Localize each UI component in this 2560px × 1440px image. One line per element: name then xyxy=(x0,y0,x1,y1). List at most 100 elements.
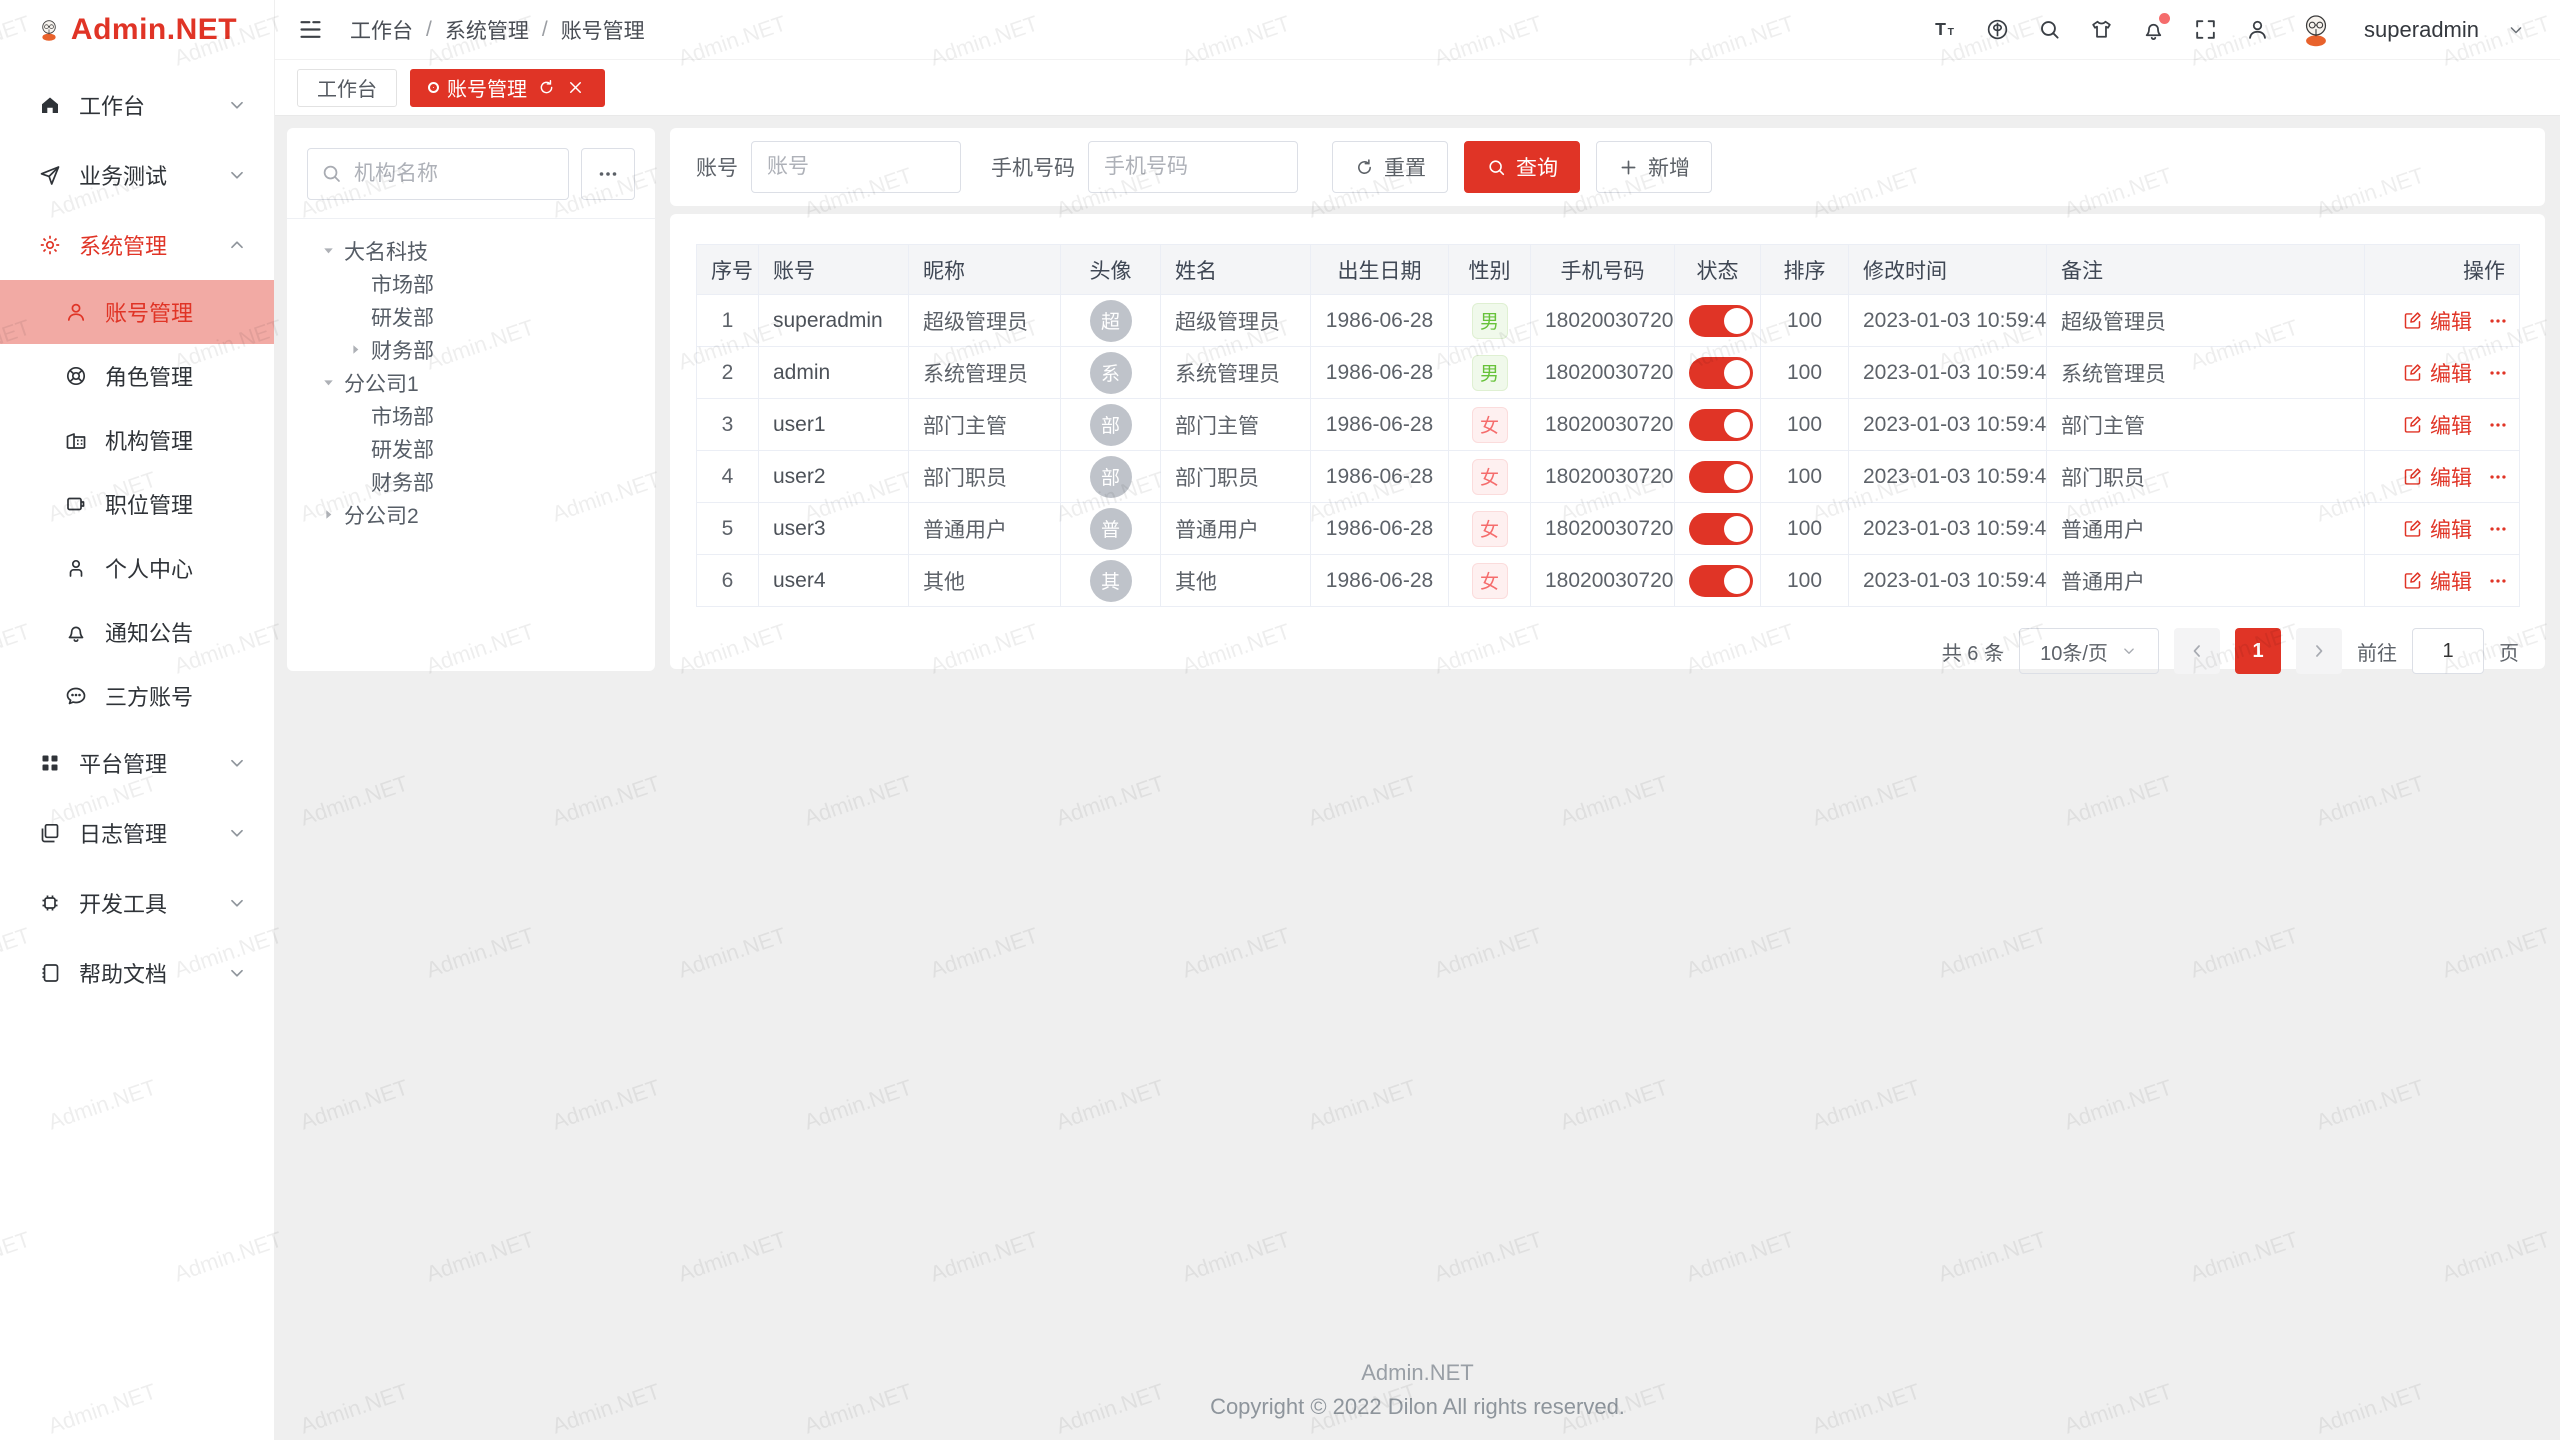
status-toggle[interactable] xyxy=(1689,305,1753,337)
sidebar-item[interactable]: 平台管理 xyxy=(0,728,274,798)
status-toggle[interactable] xyxy=(1689,565,1753,597)
menu-fold-icon[interactable] xyxy=(297,16,324,43)
tab-active[interactable]: 账号管理 xyxy=(410,69,605,107)
tree-node[interactable]: 研发部 xyxy=(307,300,635,333)
search-button[interactable]: 查询 xyxy=(1464,141,1580,193)
status-toggle[interactable] xyxy=(1689,513,1753,545)
caret-down-icon[interactable] xyxy=(320,374,344,391)
tree-node[interactable]: 研发部 xyxy=(307,432,635,465)
language-icon[interactable] xyxy=(1985,17,2010,42)
tree-node[interactable]: 财务部 xyxy=(307,333,635,366)
sidebar-item-label: 开发工具 xyxy=(79,887,167,919)
theme-icon[interactable] xyxy=(2089,17,2114,42)
sidebar-subitem[interactable]: 角色管理 xyxy=(0,344,274,408)
edit-button[interactable]: 编辑 xyxy=(2402,462,2472,492)
edit-button[interactable]: 编辑 xyxy=(2402,410,2472,440)
sidebar-submenu: 账号管理角色管理机构管理职位管理个人中心通知公告三方账号 xyxy=(0,280,274,728)
cell-phone: 18020030720 xyxy=(1531,555,1675,607)
prev-page-button[interactable] xyxy=(2174,628,2220,674)
pagination-total: 共 6 条 xyxy=(1942,637,2004,666)
row-more-button[interactable] xyxy=(2487,466,2509,488)
status-toggle[interactable] xyxy=(1689,461,1753,493)
add-button[interactable]: 新增 xyxy=(1596,141,1712,193)
status-toggle[interactable] xyxy=(1689,357,1753,389)
caret-down-icon[interactable] xyxy=(320,242,344,259)
breadcrumb-item[interactable]: 账号管理 xyxy=(561,15,645,45)
current-page-button[interactable]: 1 xyxy=(2235,628,2281,674)
cell-sort: 100 xyxy=(1761,555,1849,607)
edit-button[interactable]: 编辑 xyxy=(2402,566,2472,596)
refresh-icon[interactable] xyxy=(537,78,556,97)
tree-node[interactable]: 市场部 xyxy=(307,399,635,432)
sidebar-menu: 工作台业务测试系统管理账号管理角色管理机构管理职位管理个人中心通知公告三方账号平… xyxy=(0,60,274,1008)
cell-account: superadmin xyxy=(759,295,909,347)
gear-icon xyxy=(38,233,62,257)
goto-page-input[interactable] xyxy=(2412,628,2484,674)
table-row: 4user2部门职员部部门职员1986-06-28女18020030720100… xyxy=(697,451,2520,503)
chat-icon xyxy=(64,684,88,708)
cell-sort: 100 xyxy=(1761,503,1849,555)
font-size-icon[interactable]: TT xyxy=(1933,17,1958,42)
edit-button[interactable]: 编辑 xyxy=(2402,514,2472,544)
sidebar-item[interactable]: 日志管理 xyxy=(0,798,274,868)
row-more-button[interactable] xyxy=(2487,362,2509,384)
sidebar-subitem[interactable]: 账号管理 xyxy=(0,280,274,344)
sidebar-subitem[interactable]: 通知公告 xyxy=(0,600,274,664)
avatar: 超 xyxy=(1090,300,1132,342)
sidebar-item[interactable]: 业务测试 xyxy=(0,140,274,210)
edit-label: 编辑 xyxy=(2430,566,2472,596)
sidebar-item[interactable]: 工作台 xyxy=(0,70,274,140)
caret-right-icon[interactable] xyxy=(347,341,371,358)
edit-button[interactable]: 编辑 xyxy=(2402,358,2472,388)
sidebar-subitem[interactable]: 个人中心 xyxy=(0,536,274,600)
sidebar-subitem[interactable]: 机构管理 xyxy=(0,408,274,472)
next-page-button[interactable] xyxy=(2296,628,2342,674)
page-size-select[interactable]: 10条/页 xyxy=(2019,628,2159,674)
sidebar-subitem[interactable]: 职位管理 xyxy=(0,472,274,536)
tab-label: 账号管理 xyxy=(447,73,527,102)
close-icon[interactable] xyxy=(566,78,585,97)
tab[interactable]: 工作台 xyxy=(297,69,397,107)
plus-icon xyxy=(1618,157,1639,178)
row-more-button[interactable] xyxy=(2487,414,2509,436)
bell-icon xyxy=(64,620,88,644)
org-name-search-input[interactable] xyxy=(307,148,569,200)
tree-node[interactable]: 大名科技 xyxy=(307,234,635,267)
cell-modified: 2023-01-03 10:59:44 xyxy=(1849,503,2047,555)
fullscreen-icon[interactable] xyxy=(2193,17,2218,42)
app-root: Admin.NET 工作台业务测试系统管理账号管理角色管理机构管理职位管理个人中… xyxy=(0,0,2560,1440)
tree-node[interactable]: 分公司2 xyxy=(307,498,635,531)
tree-node[interactable]: 分公司1 xyxy=(307,366,635,399)
breadcrumb-item[interactable]: 系统管理 xyxy=(445,15,529,45)
caret-right-icon[interactable] xyxy=(320,506,344,523)
goto-label: 前往 xyxy=(2357,637,2397,666)
reset-button[interactable]: 重置 xyxy=(1332,141,1448,193)
sidebar-subitem[interactable]: 三方账号 xyxy=(0,664,274,728)
tree-node-label: 研发部 xyxy=(371,434,434,464)
chevron-down-icon[interactable] xyxy=(2506,20,2526,40)
phone-input[interactable] xyxy=(1088,141,1298,193)
sidebar-item[interactable]: 开发工具 xyxy=(0,868,274,938)
row-more-button[interactable] xyxy=(2487,570,2509,592)
user-avatar[interactable] xyxy=(2297,11,2335,49)
table-row: 2admin系统管理员系系统管理员1986-06-28男180200307201… xyxy=(697,347,2520,399)
row-more-button[interactable] xyxy=(2487,310,2509,332)
column-header: 备注 xyxy=(2047,245,2365,295)
search-icon[interactable] xyxy=(2037,17,2062,42)
tree-node[interactable]: 市场部 xyxy=(307,267,635,300)
tree-node-label: 大名科技 xyxy=(344,236,428,266)
account-input[interactable] xyxy=(751,141,961,193)
cell-seq: 5 xyxy=(697,503,759,555)
sidebar-item[interactable]: 帮助文档 xyxy=(0,938,274,1008)
edit-button[interactable]: 编辑 xyxy=(2402,306,2472,336)
tools-icon xyxy=(38,891,62,915)
user-icon[interactable] xyxy=(2245,17,2270,42)
notification-icon[interactable] xyxy=(2141,17,2166,42)
status-toggle[interactable] xyxy=(1689,409,1753,441)
breadcrumb-item[interactable]: 工作台 xyxy=(350,15,413,45)
tree-node[interactable]: 财务部 xyxy=(307,465,635,498)
username[interactable]: superadmin xyxy=(2364,17,2479,43)
sidebar-item[interactable]: 系统管理 xyxy=(0,210,274,280)
tree-more-button[interactable] xyxy=(581,148,635,200)
row-more-button[interactable] xyxy=(2487,518,2509,540)
